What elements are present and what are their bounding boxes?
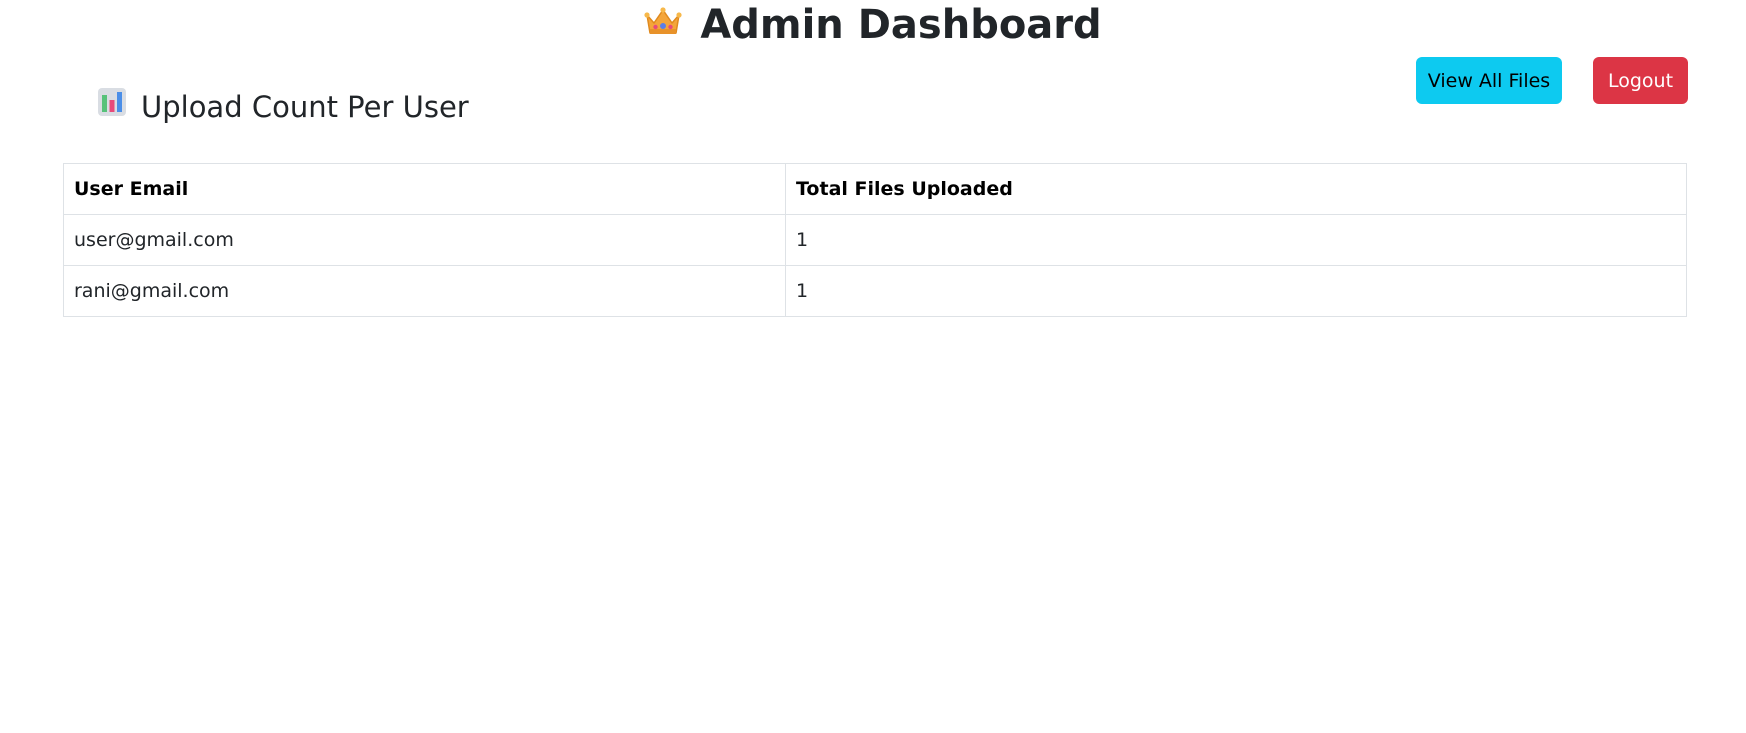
table-row: rani@gmail.com 1 (63, 265, 1687, 317)
section-title: Upload Count Per User (97, 86, 469, 128)
crown-icon (644, 0, 682, 49)
bar-chart-icon (97, 86, 127, 128)
admin-dashboard-page: Admin Dashboard Upload Count Per User Vi… (0, 0, 1746, 733)
total-files-cell: 1 (785, 214, 1687, 266)
view-all-files-button[interactable]: View All Files (1416, 57, 1562, 104)
section-title-text: Upload Count Per User (141, 90, 469, 124)
logout-button[interactable]: Logout (1593, 57, 1688, 104)
table-header-row: User Email Total Files Uploaded (63, 163, 1687, 215)
upload-count-table: User Email Total Files Uploaded user@gma… (63, 163, 1687, 317)
table-row: user@gmail.com 1 (63, 214, 1687, 266)
page-title: Admin Dashboard (0, 0, 1746, 52)
total-files-cell: 1 (785, 265, 1687, 317)
column-header-user-email: User Email (63, 163, 786, 215)
user-email-cell: rani@gmail.com (63, 265, 786, 317)
user-email-cell: user@gmail.com (63, 214, 786, 266)
column-header-total-files: Total Files Uploaded (785, 163, 1687, 215)
page-title-text: Admin Dashboard (700, 2, 1102, 48)
